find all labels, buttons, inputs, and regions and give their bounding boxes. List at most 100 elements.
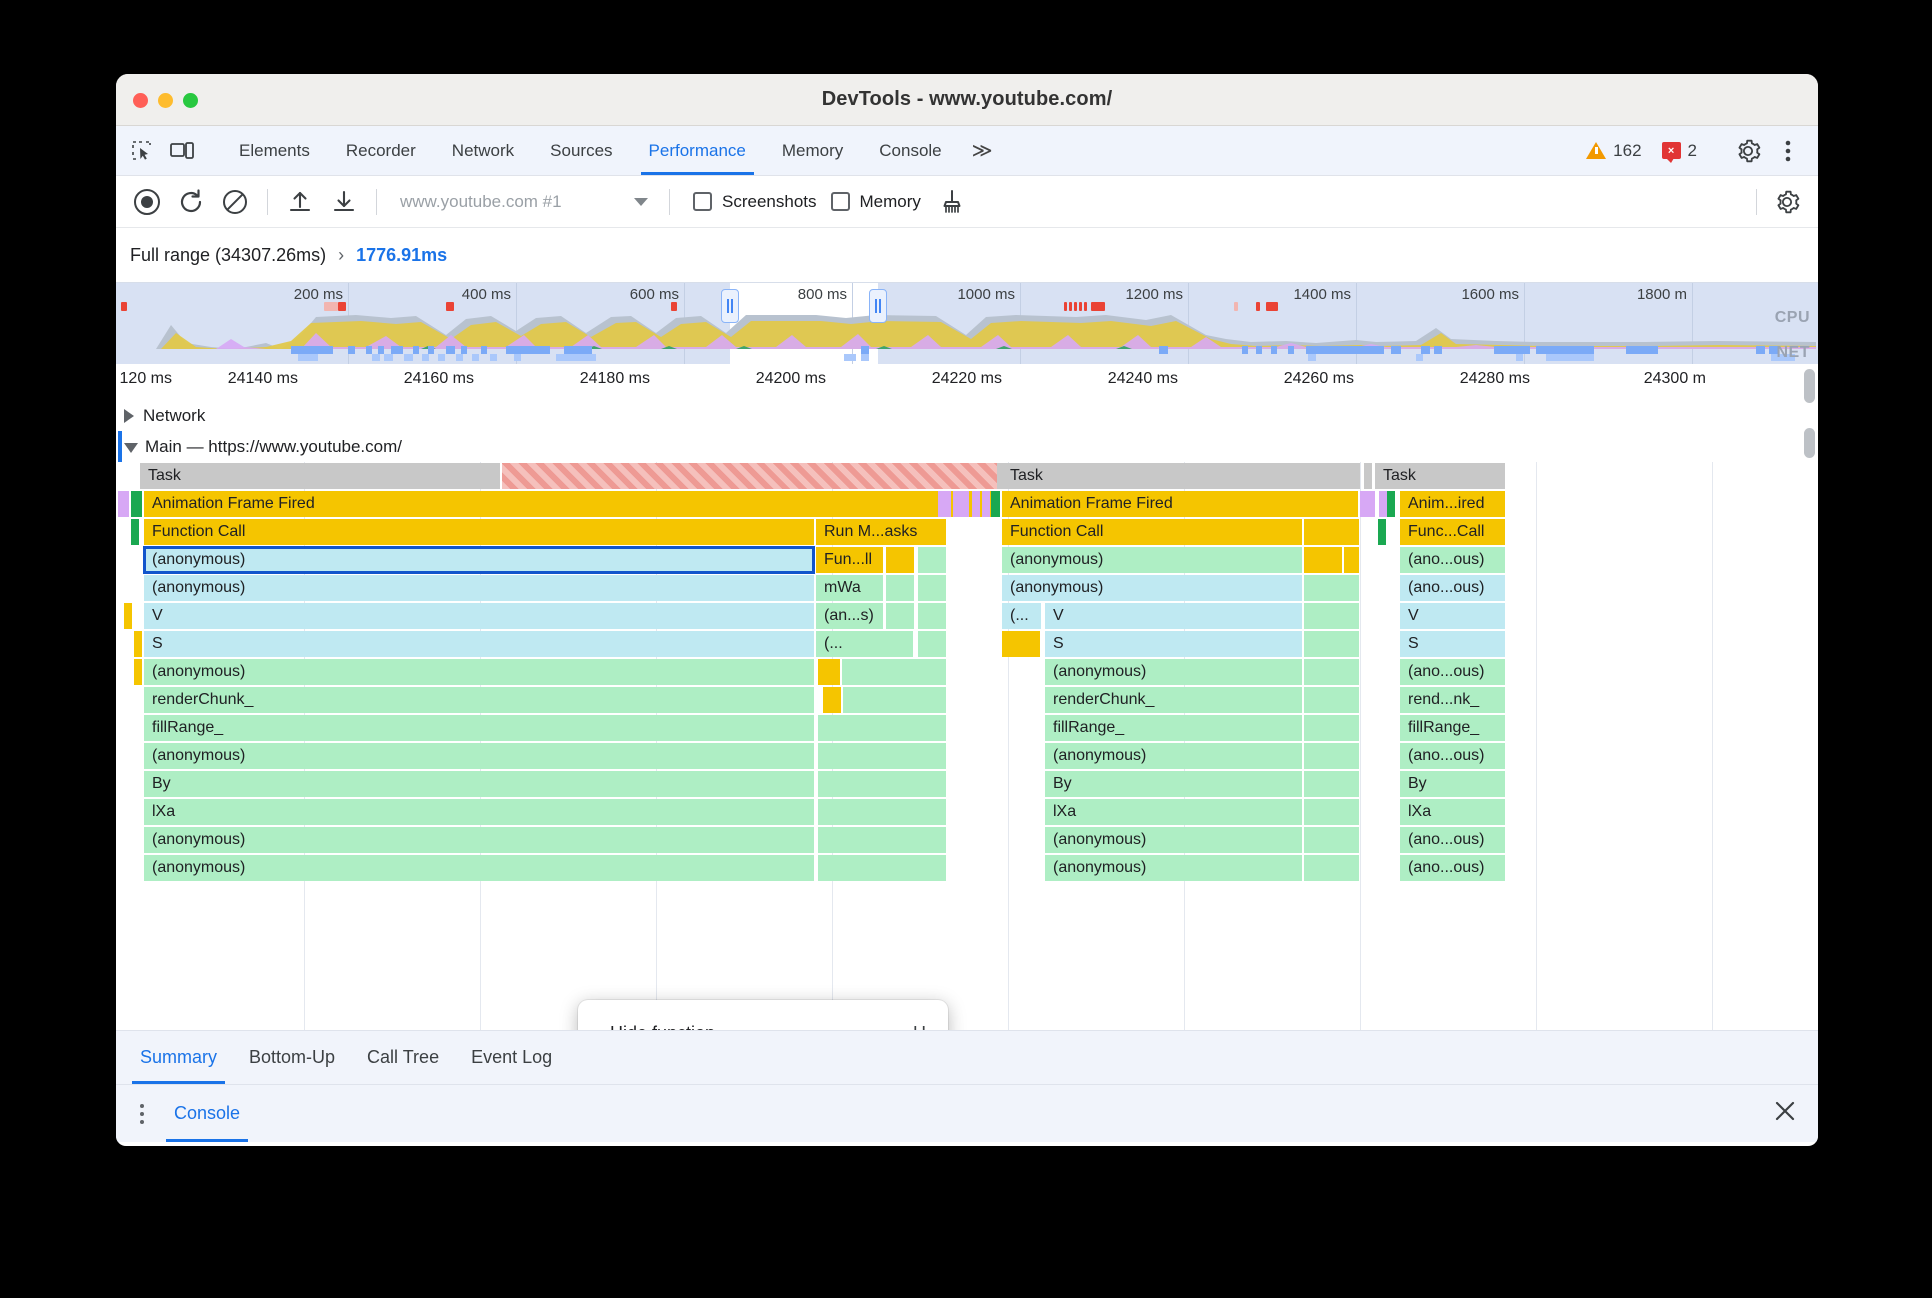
flame-event-anonymous[interactable]: (anonymous): [144, 743, 814, 769]
flame-event-yellow[interactable]: [134, 631, 142, 657]
flame-event-yellow[interactable]: [886, 547, 914, 573]
clear-icon[interactable]: [214, 182, 256, 222]
flame-event-yellow[interactable]: [818, 659, 840, 685]
reload-record-icon[interactable]: [170, 182, 212, 222]
flame-event-green[interactable]: [991, 491, 1000, 517]
flame-event-yellow[interactable]: [134, 659, 142, 685]
flame-chart-scrollbar[interactable]: [1804, 369, 1815, 403]
flame-chart-area[interactable]: 120 ms 24140 ms 24160 ms 24180 ms 24200 …: [116, 364, 1818, 1030]
flame-event-anonymous[interactable]: (ano...ous): [1400, 575, 1505, 601]
flame-event-lxa[interactable]: lXa: [1400, 799, 1505, 825]
flame-event-v[interactable]: V: [144, 603, 814, 629]
flame-event-purple[interactable]: [982, 491, 990, 517]
flame-event-anonymous-tiny[interactable]: (...: [816, 631, 913, 657]
gear-icon[interactable]: [1730, 134, 1766, 168]
flame-event-green[interactable]: [1304, 743, 1359, 769]
flame-event-anonymous[interactable]: (ano...ous): [1400, 547, 1505, 573]
flame-event-animation-frame-fired[interactable]: Animation Frame Fired: [144, 491, 997, 517]
flame-event-anonymous[interactable]: (ano...ous): [1400, 743, 1505, 769]
flame-event-green[interactable]: [1304, 799, 1359, 825]
flame-event-s[interactable]: S: [1400, 631, 1505, 657]
flame-event-anonymous[interactable]: (anonymous): [144, 659, 814, 685]
more-tabs-icon[interactable]: ≫: [960, 126, 1005, 175]
flame-event-animation-frame-fired[interactable]: Anim...ired: [1400, 491, 1505, 517]
flame-event-yellow[interactable]: [124, 603, 132, 629]
flame-event-yellow[interactable]: [1304, 547, 1342, 573]
flame-event-fillrange[interactable]: fillRange_: [1400, 715, 1505, 741]
flame-event-lxa[interactable]: lXa: [1045, 799, 1302, 825]
flame-event-anonymous[interactable]: (ano...ous): [1400, 827, 1505, 853]
minimize-window-button[interactable]: [158, 93, 173, 108]
flame-event-anonymous[interactable]: (anonymous): [144, 575, 814, 601]
overview-right-handle[interactable]: [869, 289, 887, 323]
flame-event-green[interactable]: [918, 631, 946, 657]
tab-network[interactable]: Network: [434, 126, 532, 175]
flame-event-task[interactable]: Task: [1375, 463, 1505, 489]
flame-event-green[interactable]: [1304, 771, 1359, 797]
breadcrumb-selected-range[interactable]: 1776.91ms: [356, 245, 447, 266]
flame-event-function-call-short[interactable]: Fun...ll: [816, 547, 883, 573]
flame-chart-scrollbar-2[interactable]: [1804, 428, 1815, 458]
flame-event-animation-frame-fired[interactable]: Animation Frame Fired: [1002, 491, 1358, 517]
flame-event-green[interactable]: [818, 799, 946, 825]
upload-profile-icon[interactable]: [279, 182, 321, 222]
flame-event-green[interactable]: [842, 659, 946, 685]
flame-event-v[interactable]: V: [1400, 603, 1505, 629]
download-profile-icon[interactable]: [323, 182, 365, 222]
flame-event-green[interactable]: [918, 547, 946, 573]
flame-event-green[interactable]: [886, 575, 914, 601]
flame-event-v[interactable]: V: [1045, 603, 1302, 629]
kebab-icon[interactable]: [130, 1096, 154, 1132]
flame-event-function-call[interactable]: Function Call: [144, 519, 814, 545]
flame-event-yellow[interactable]: [1002, 631, 1040, 657]
flame-event-anonymous[interactable]: (anonymous): [1045, 827, 1302, 853]
flame-event-green[interactable]: [818, 771, 946, 797]
flame-event-purple[interactable]: [938, 491, 951, 517]
flame-event-purple[interactable]: [1379, 491, 1387, 517]
flame-event-green[interactable]: [1304, 827, 1359, 853]
flame-event-green[interactable]: [818, 855, 946, 881]
flame-event-anonymous[interactable]: (anonymous): [144, 855, 814, 881]
flame-event-green[interactable]: [818, 827, 946, 853]
flame-event-fillrange[interactable]: fillRange_: [144, 715, 814, 741]
flame-event-green[interactable]: [1304, 687, 1359, 713]
flame-event-function-call-segment[interactable]: [1304, 519, 1359, 545]
track-header-network[interactable]: Network: [116, 400, 1818, 431]
flame-event-task[interactable]: [1364, 463, 1372, 489]
flame-event-mwa[interactable]: mWa: [816, 575, 883, 601]
flame-event-green[interactable]: [1378, 519, 1386, 545]
memory-checkbox[interactable]: Memory: [830, 192, 921, 212]
flame-event-by[interactable]: By: [1045, 771, 1302, 797]
tab-sources[interactable]: Sources: [532, 126, 630, 175]
flame-event-task[interactable]: Task: [140, 463, 500, 489]
tab-event-log[interactable]: Event Log: [455, 1031, 568, 1084]
timeline-overview[interactable]: 200 ms 400 ms 600 ms 800 ms 1000 ms 1200…: [116, 282, 1818, 364]
flame-event-anonymous-short[interactable]: (an...s): [816, 603, 883, 629]
flame-event-lxa[interactable]: lXa: [144, 799, 814, 825]
flame-event-purple[interactable]: [1367, 491, 1375, 517]
context-menu[interactable]: Hide function H Hide children C Hide rep…: [578, 1000, 948, 1030]
flame-event-green[interactable]: [1304, 659, 1359, 685]
flame-event-run-microtasks[interactable]: Run M...asks: [816, 519, 946, 545]
flame-event-selected-anonymous[interactable]: (anonymous): [143, 546, 815, 574]
flame-event-anonymous[interactable]: (ano...ous): [1400, 659, 1505, 685]
flame-event-green[interactable]: [1304, 855, 1359, 881]
tab-bottom-up[interactable]: Bottom-Up: [233, 1031, 351, 1084]
flame-event-anonymous[interactable]: (anonymous): [1002, 575, 1302, 601]
flame-event-anonymous[interactable]: (anonymous): [1002, 547, 1302, 573]
flame-event-purple[interactable]: [972, 491, 980, 517]
flame-event-renderchunk[interactable]: rend...nk_: [1400, 687, 1505, 713]
flame-event-green[interactable]: [1304, 715, 1359, 741]
record-icon[interactable]: [126, 182, 168, 222]
flame-event-yellow[interactable]: [1344, 547, 1359, 573]
flame-event-purple[interactable]: [118, 491, 129, 517]
screenshots-checkbox[interactable]: Screenshots: [693, 192, 817, 212]
flame-event-green[interactable]: [818, 743, 946, 769]
track-header-main[interactable]: Main — https://www.youtube.com/: [116, 431, 1818, 462]
tab-memory[interactable]: Memory: [764, 126, 861, 175]
kebab-icon[interactable]: [1770, 134, 1806, 168]
flame-event-green[interactable]: [131, 491, 142, 517]
drawer-tab-console[interactable]: Console: [162, 1085, 252, 1142]
flame-event-green[interactable]: [843, 687, 946, 713]
flame-event-green[interactable]: [818, 715, 946, 741]
